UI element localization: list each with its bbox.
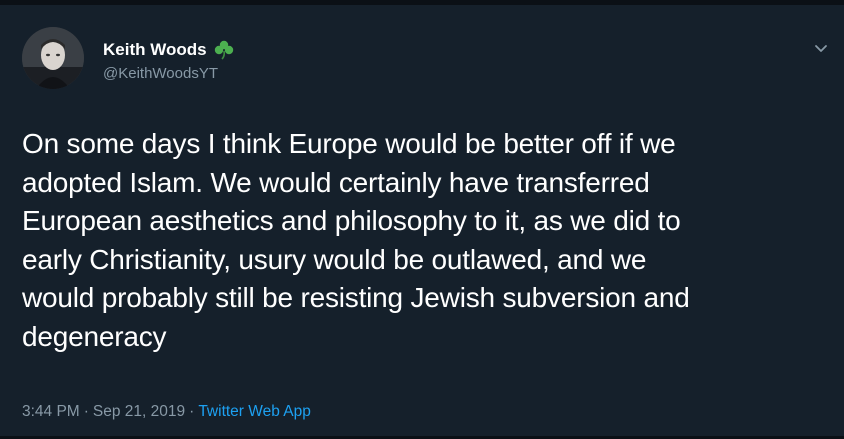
tweet-card: Keith Woods @KeithWoodsYT On some days I…	[0, 0, 844, 439]
tweet-source-link[interactable]: Twitter Web App	[198, 403, 311, 421]
shamrock-icon	[213, 40, 235, 60]
avatar-image	[22, 27, 84, 89]
tweet-text-line: European aesthetics and philosophy to it…	[22, 205, 681, 236]
author-display-name[interactable]: Keith Woods	[103, 40, 207, 60]
tweet-meta: 3:44 PM · Sep 21, 2019 · Twitter Web App	[22, 403, 311, 421]
tweet-text-line: On some days I think Europe would be bet…	[22, 128, 676, 159]
tweet-text-line: adopted Islam. We would certainly have t…	[22, 166, 650, 198]
avatar[interactable]	[22, 27, 84, 89]
tweet-time[interactable]: 3:44 PM	[22, 403, 80, 421]
chevron-down-icon[interactable]	[810, 37, 832, 59]
meta-separator: ·	[83, 403, 89, 420]
author-handle[interactable]: @KeithWoodsYT	[103, 65, 235, 82]
author-name-row: Keith Woods	[103, 39, 235, 61]
tweet-text-line: early Christianity, usury would be outla…	[22, 243, 647, 275]
tweet-text-line: would probably still be resisting Jewish…	[22, 282, 690, 313]
tweet-text: On some days I think Europe would be bet…	[22, 125, 822, 356]
meta-separator: ·	[189, 403, 195, 420]
tweet-text-line: degeneracy	[22, 320, 167, 352]
author-info: Keith Woods @KeithWoodsYT	[103, 39, 235, 82]
tweet-date[interactable]: Sep 21, 2019	[93, 403, 185, 421]
